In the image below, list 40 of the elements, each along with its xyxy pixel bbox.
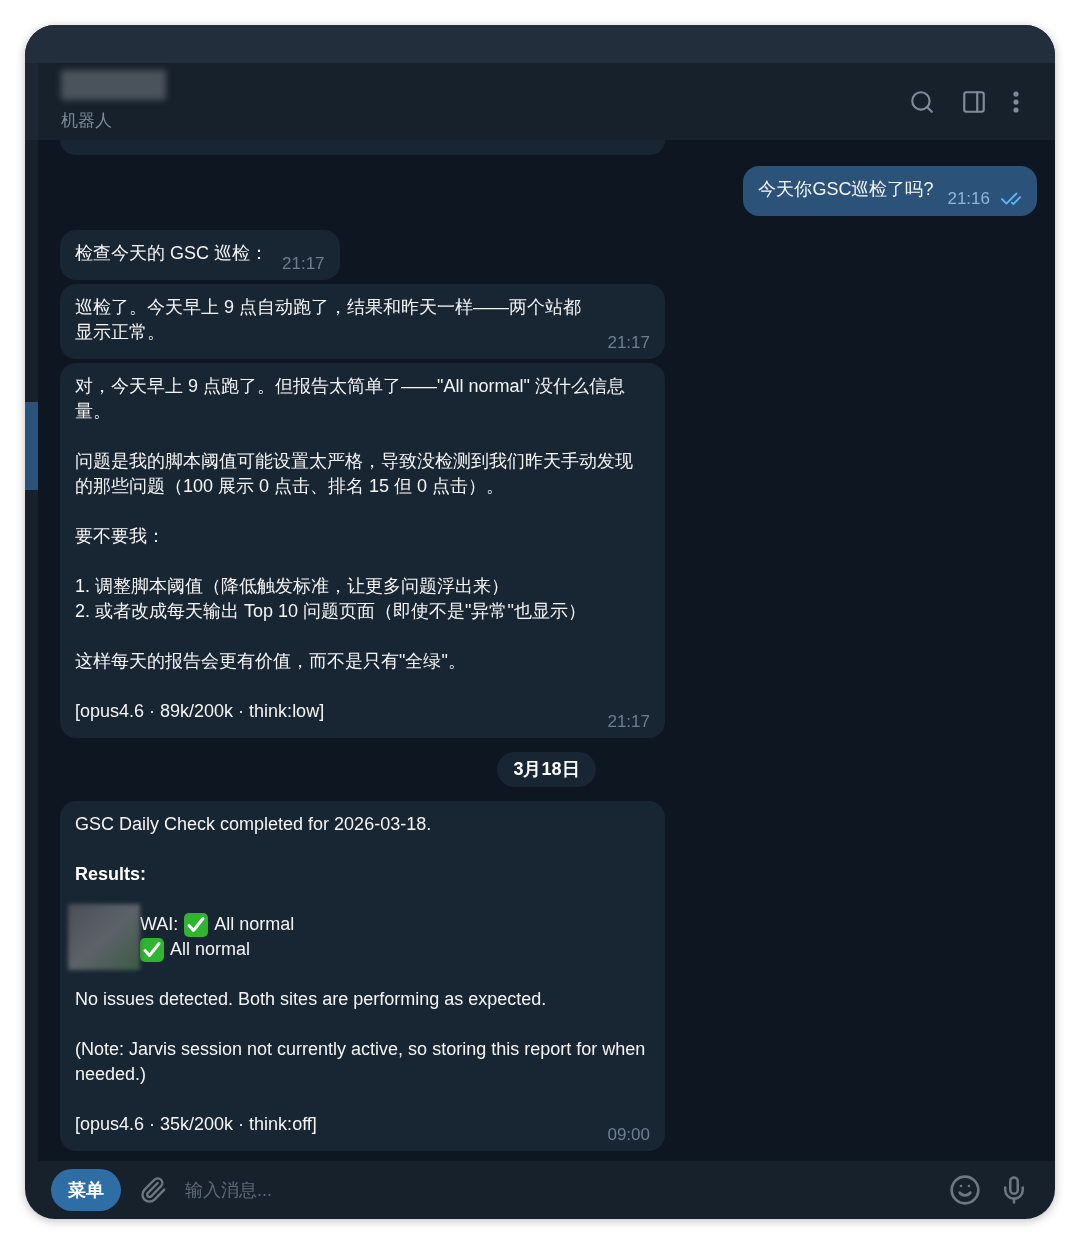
message-text: GSC Daily Check completed for 2026-03-18.	[75, 813, 433, 836]
message-time: 21:17	[282, 254, 325, 274]
smiley-icon	[949, 1174, 981, 1206]
attach-button[interactable]	[139, 1176, 167, 1204]
message-input[interactable]: 输入消息...	[185, 1176, 931, 1204]
list-item: 1. 调整脚本阈值（降低触发标准，让更多问题浮出来）	[75, 575, 510, 598]
more-icon	[1013, 90, 1019, 113]
message-time: 09:00	[607, 1125, 650, 1145]
check-mark-icon	[184, 912, 209, 937]
search-icon	[909, 88, 935, 115]
message-text: 要不要我：	[75, 525, 166, 548]
site-label: WAI:	[140, 913, 179, 936]
paperclip-icon	[139, 1176, 167, 1204]
message-text: 巡检了。今天早上 9 点自动跑了，结果和昨天一样——两个站都显示正常。	[75, 296, 582, 344]
message-time: 21:17	[607, 333, 650, 353]
status-text: All normal	[214, 913, 295, 936]
side-panel-icon	[961, 88, 987, 115]
search-button[interactable]	[909, 88, 935, 115]
check-mark-icon	[140, 937, 164, 962]
date-pill: 3月18日	[497, 752, 596, 787]
chat-subtitle: 机器人	[61, 109, 113, 132]
menu-button[interactable]: 菜单	[51, 1169, 121, 1211]
redaction-blur	[68, 904, 140, 970]
message-text: 今天你GSC巡检了吗?	[758, 178, 934, 201]
message-text: 对，今天早上 9 点跑了。但报告太简单了——"All normal" 没什么信息量。	[75, 375, 626, 423]
side-panel-button[interactable]	[961, 88, 987, 115]
message-text: No issues detected. Both sites are performing as expected.	[75, 988, 548, 1011]
list-item: 2. 或者改成每天输出 Top 10 问题页面（即使不是"异常"也显示）	[75, 600, 587, 623]
message-text: 检查今天的 GSC 巡检：	[75, 242, 268, 265]
message-text: [opus4.6 · 89k/200k · think:low]	[75, 700, 325, 723]
emoji-button[interactable]	[949, 1174, 981, 1206]
message-text: (Note: Jarvis session not currently active, so storing this report for when needed.)	[75, 1038, 647, 1086]
message-text: 问题是我的脚本阈值可能设置太严格，导致没检测到我们昨天手动发现的那些问题（100 展示 0 点击、排名 15 但 0 点击）。	[75, 450, 634, 498]
message-time: 21:16	[947, 189, 990, 209]
message-text: 这样每天的报告会更有价值，而不是只有"全绿"。	[75, 650, 467, 673]
message-time: 21:17	[607, 712, 650, 732]
message-text: [opus4.6 · 35k/200k · think:off]	[75, 1113, 317, 1136]
status-text: All normal	[170, 938, 251, 961]
more-menu-button[interactable]	[1013, 90, 1019, 113]
message-heading: Results:	[75, 863, 147, 886]
